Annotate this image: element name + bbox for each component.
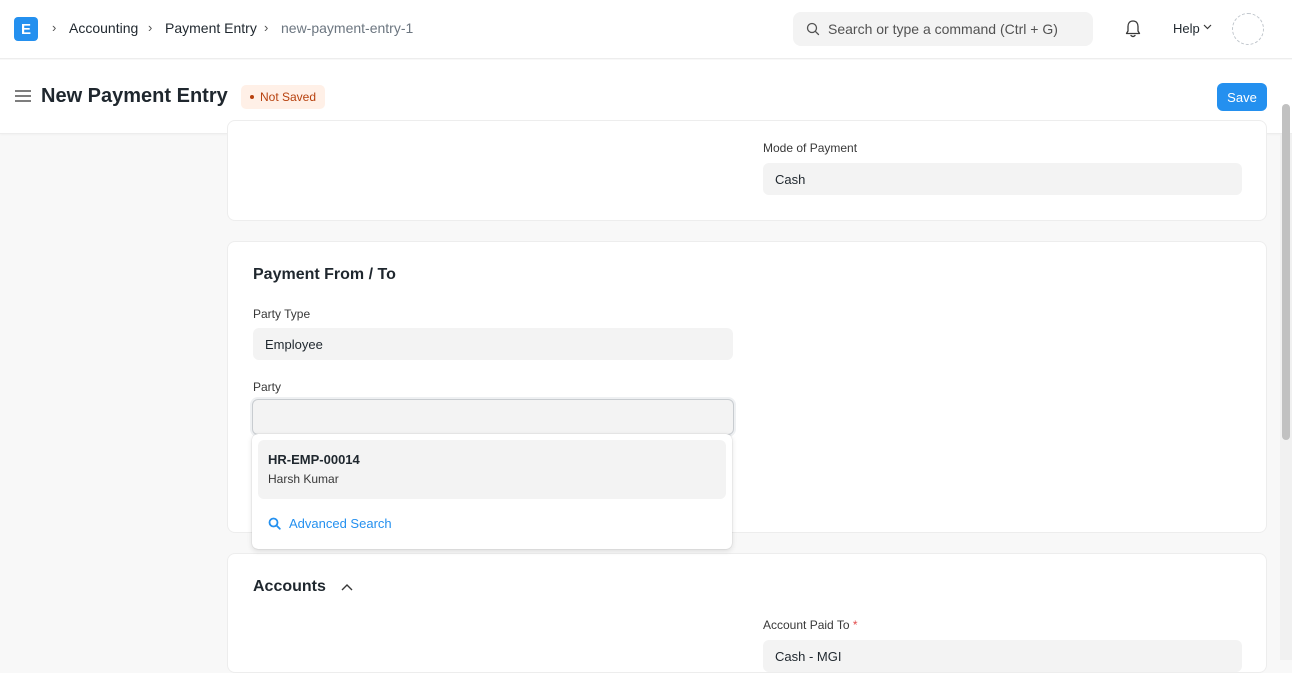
page-scrollbar-thumb[interactable] xyxy=(1282,104,1290,440)
dropdown-option[interactable]: HR-EMP-00014 Harsh Kumar xyxy=(258,440,726,499)
payment-type-card: Mode of Payment Cash xyxy=(227,120,1267,221)
breadcrumb-accounting[interactable]: Accounting xyxy=(69,20,138,36)
advanced-search-label: Advanced Search xyxy=(289,516,392,531)
account-paid-to-field[interactable]: Cash - MGI xyxy=(763,640,1242,672)
breadcrumb-current: new-payment-entry-1 xyxy=(281,20,414,36)
breadcrumb-payment-entry[interactable]: Payment Entry xyxy=(165,20,257,36)
status-badge: Not Saved xyxy=(241,85,326,109)
save-button[interactable]: Save xyxy=(1217,83,1267,111)
section-title-accounts: Accounts xyxy=(253,578,326,595)
sidebar-toggle-icon[interactable] xyxy=(15,90,31,102)
status-text: Not Saved xyxy=(260,90,317,104)
advanced-search-link[interactable]: Advanced Search xyxy=(268,516,392,531)
option-code: HR-EMP-00014 xyxy=(268,452,360,467)
notification-bell-icon[interactable] xyxy=(1124,19,1142,39)
section-title-payment-from-to: Payment From / To xyxy=(253,266,396,283)
mode-of-payment-label: Mode of Payment xyxy=(763,141,858,155)
party-label: Party xyxy=(253,380,282,394)
chevron-up-icon[interactable] xyxy=(341,583,353,591)
search-icon xyxy=(268,517,281,530)
mode-of-payment-field[interactable]: Cash xyxy=(763,163,1242,195)
chevron-down-icon xyxy=(1203,24,1212,30)
chevron-right-icon: › xyxy=(264,20,269,35)
option-name: Harsh Kumar xyxy=(268,472,339,486)
accounts-card: Accounts Account Paid To * Cash - MGI xyxy=(227,553,1267,673)
chevron-right-icon: › xyxy=(52,20,57,35)
user-avatar[interactable] xyxy=(1232,13,1264,45)
status-dot-icon xyxy=(250,95,254,99)
chevron-right-icon: › xyxy=(148,20,153,35)
page-title: New Payment Entry xyxy=(41,85,228,107)
account-paid-to-label: Account Paid To * xyxy=(763,618,858,632)
search-bar[interactable]: Search or type a command (Ctrl + G) xyxy=(793,12,1093,46)
search-icon xyxy=(806,22,820,36)
party-type-field[interactable]: Employee xyxy=(253,328,733,360)
party-autocomplete-dropdown: HR-EMP-00014 Harsh Kumar Advanced Search xyxy=(252,434,732,549)
party-input[interactable] xyxy=(252,399,734,435)
top-navbar: E › Accounting › Payment Entry › new-pay… xyxy=(0,0,1292,59)
party-type-label: Party Type xyxy=(253,307,311,321)
help-menu[interactable]: Help xyxy=(1173,21,1200,36)
app-logo[interactable]: E xyxy=(14,17,38,41)
search-placeholder: Search or type a command (Ctrl + G) xyxy=(828,21,1058,37)
